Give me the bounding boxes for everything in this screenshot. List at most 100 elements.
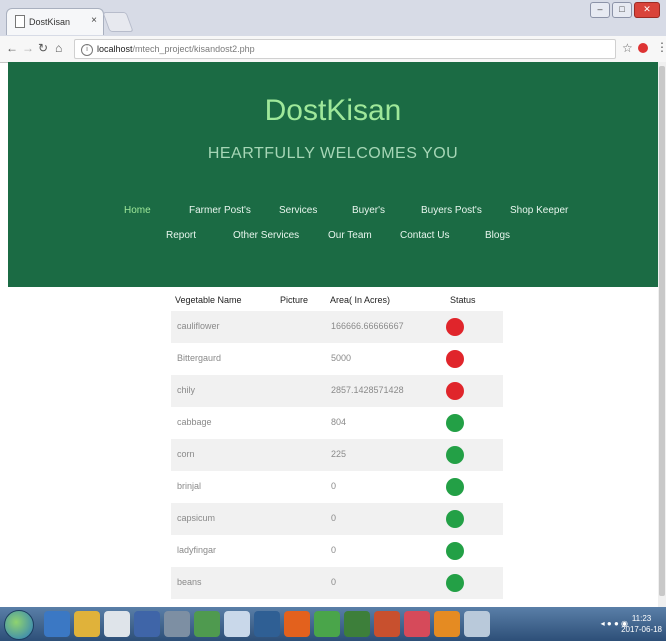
vegetable-name-cell: chily [177,385,196,395]
paint-icon[interactable] [464,611,490,637]
status-indicator-green [446,510,464,528]
vegetable-name-cell: capsicum [177,513,216,523]
table-row: Bittergaurd 5000 [171,343,503,375]
nav-buyers-posts[interactable]: Buyers Post's [421,205,482,216]
ie-icon[interactable] [44,611,70,637]
vegetable-name-cell: beans [177,577,202,587]
browser-titlebar: DostKisan × – □ ✕ [0,0,666,36]
back-arrow-icon[interactable]: ← [6,41,18,55]
window-controls: – □ ✕ [590,2,660,18]
table-row: corn 225 [171,439,503,471]
nav-contact-us[interactable]: Contact Us [400,230,449,241]
status-indicator-green [446,414,464,432]
vegetable-name-cell: Bittergaurd [177,353,222,363]
vegetable-name-cell: brinjal [177,481,202,491]
table-row: ladyfingar 0 [171,535,503,567]
table-row: brinjal 0 [171,471,503,503]
nav-services[interactable]: Services [279,205,317,216]
firefox-icon[interactable] [284,611,310,637]
reload-icon[interactable]: ↻ [38,41,48,55]
scrollbar-thumb[interactable] [659,66,665,596]
nav-home[interactable]: Home [124,205,151,216]
notepad-icon[interactable] [194,611,220,637]
maximize-button[interactable]: □ [612,2,632,18]
area-cell: 0 [331,545,337,555]
page-viewport: DostKisan HEARTFULLY WELCOMES YOU Home F… [8,62,658,607]
info-icon[interactable]: i [81,43,93,56]
browser-tab[interactable]: DostKisan × [6,8,104,35]
nav-blogs[interactable]: Blogs [485,230,510,241]
bookmark-star-icon[interactable]: ☆ [622,41,633,55]
column-header-picture: Picture [280,295,309,305]
new-tab-button[interactable] [102,12,134,32]
nav-shop-keeper[interactable]: Shop Keeper [510,205,568,216]
powerpoint-icon[interactable] [374,611,400,637]
url-host: localhost [97,44,133,54]
browser-menu-icon[interactable]: ⋮ [656,40,666,54]
status-indicator-red [446,382,464,400]
area-cell: 166666.66666667 [331,321,404,331]
address-toolbar: ← → ↻ ⌂ i localhost/mtech_project/kisando… [0,36,666,63]
calendar-icon[interactable] [224,611,250,637]
minimize-button[interactable]: – [590,2,610,18]
vegetable-name-cell: cabbage [177,417,212,427]
green-app-icon[interactable] [314,611,340,637]
close-window-button[interactable]: ✕ [634,2,660,18]
tab-title: DostKisan [29,17,71,27]
status-indicator-red [446,350,464,368]
media-icon[interactable] [104,611,130,637]
vegetable-table: Vegetable Name Picture Area( In Acres) S… [8,287,658,607]
nav-report[interactable]: Report [166,230,196,241]
red-app-icon[interactable] [404,611,430,637]
status-indicator-green [446,478,464,496]
clock-date: 2017-06-18 [621,625,662,634]
infinity-app-icon[interactable] [254,611,280,637]
vegetable-name-cell: cauliflower [177,321,220,331]
nav-our-team[interactable]: Our Team [328,230,372,241]
vegetable-name-cell: ladyfingar [177,545,217,555]
area-cell: 225 [331,449,347,459]
firefox-alt-icon[interactable] [434,611,460,637]
page-icon [15,15,25,28]
url-input[interactable]: i localhost/mtech_project/kisandost2.php [74,39,616,59]
checkbox-app-icon[interactable] [134,611,160,637]
table-row: cauliflower 166666.66666667 [171,311,503,343]
home-icon[interactable]: ⌂ [55,41,62,55]
vegetable-name-cell: corn [177,449,195,459]
status-indicator-green [446,574,464,592]
nav-farmer-posts[interactable]: Farmer Post's [189,205,251,216]
area-cell: 0 [331,577,337,587]
site-brand: DostKisan [264,94,402,127]
nav-other-services[interactable]: Other Services [233,230,299,241]
area-cell: 2857.1428571428 [331,385,404,395]
table-row: cabbage 804 [171,407,503,439]
status-indicator-green [446,542,464,560]
dreamweaver-icon[interactable] [344,611,370,637]
tab-close-icon[interactable]: × [91,15,97,26]
status-indicator-red [446,318,464,336]
extension-icon[interactable] [638,43,648,53]
folder-icon[interactable] [74,611,100,637]
taskbar-clock[interactable]: 11:23 2017-06-18 [621,613,662,635]
column-header-vegetable-name: Vegetable Name [175,295,242,305]
status-indicator-green [446,446,464,464]
page-scrollbar[interactable] [658,62,666,607]
area-cell: 804 [331,417,347,427]
app-icon[interactable] [164,611,190,637]
area-cell: 5000 [331,353,352,363]
table-row: chily 2857.1428571428 [171,375,503,407]
windows-taskbar: ◂ ● ● ◉ 11:23 2017-06-18 [0,607,666,641]
table-row: capsicum 0 [171,503,503,535]
forward-arrow-icon[interactable]: → [22,41,34,55]
url-path: /mtech_project/kisandost2.php [132,44,255,54]
site-header: DostKisan HEARTFULLY WELCOMES YOU Home F… [8,62,658,287]
area-cell: 0 [331,513,337,523]
column-header-status: Status [450,295,476,305]
nav-buyers[interactable]: Buyer's [352,205,385,216]
column-header-area: Area( In Acres) [330,295,391,305]
site-tagline: HEARTFULLY WELCOMES YOU [207,145,459,162]
clock-time: 11:23 [631,614,652,623]
start-button[interactable] [4,610,34,640]
area-cell: 0 [331,481,337,491]
table-row: beans 0 [171,567,503,599]
